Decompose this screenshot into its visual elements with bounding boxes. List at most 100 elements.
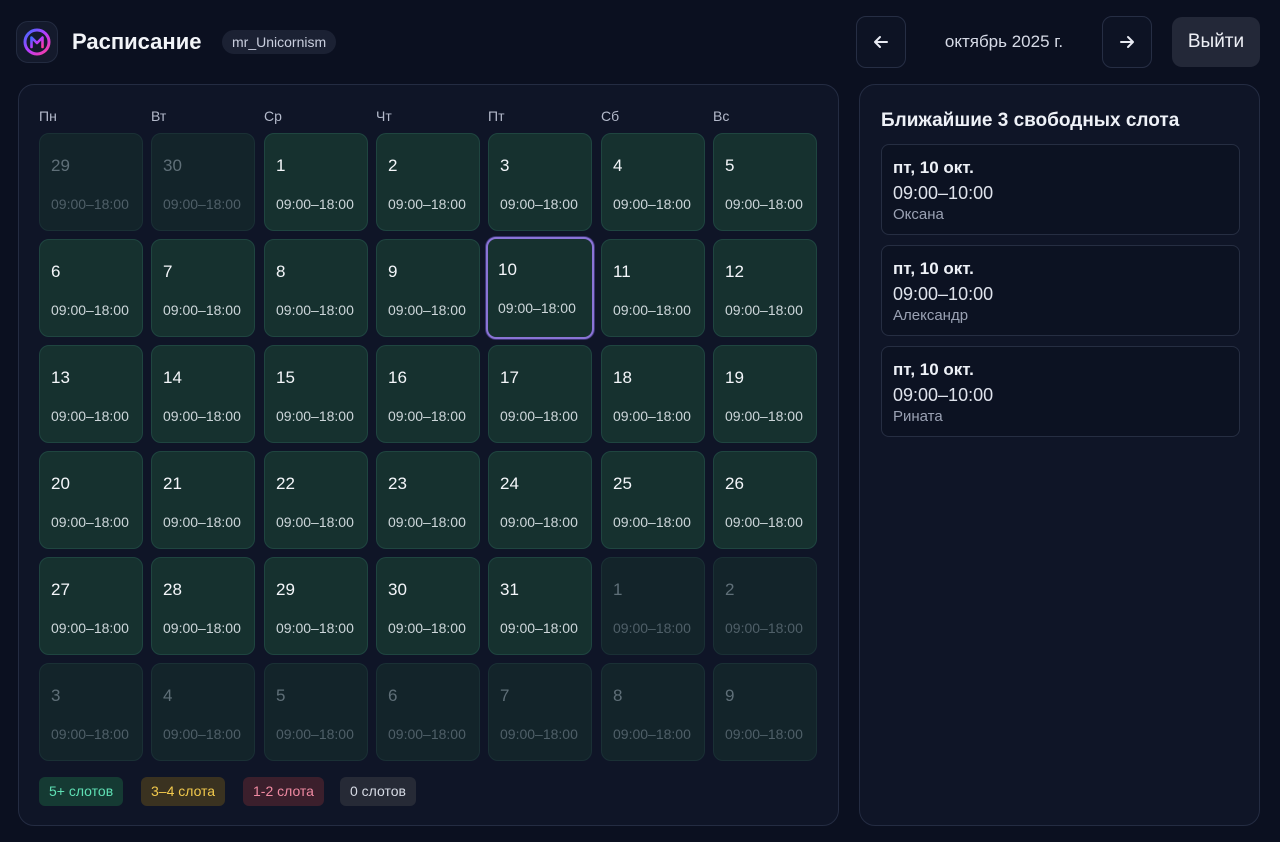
- day-cell[interactable]: 28 09:00–18:00: [151, 557, 255, 655]
- day-cell[interactable]: 16 09:00–18:00: [376, 345, 480, 443]
- day-number: 22: [276, 474, 295, 493]
- calendar-panel: Пн Вт Ср Чт Пт Сб Вс 29 09:00–18:00 30 09:00–18:0…: [18, 84, 839, 826]
- day-cell[interactable]: 9 09:00–18:00: [376, 239, 480, 337]
- day-cell[interactable]: 3 09:00–18:00: [488, 133, 592, 231]
- day-cell-outside[interactable]: 1 09:00–18:00: [601, 557, 705, 655]
- day-hours: 09:00–18:00: [498, 300, 576, 316]
- day-cell[interactable]: 30 09:00–18:00: [376, 557, 480, 655]
- slot-card[interactable]: пт, 10 окт. 09:00–10:00 Оксана: [881, 144, 1240, 235]
- day-cell-outside[interactable]: 5 09:00–18:00: [264, 663, 368, 761]
- day-hours: 09:00–18:00: [163, 620, 241, 636]
- day-hours: 09:00–18:00: [51, 620, 129, 636]
- day-cell[interactable]: 4 09:00–18:00: [601, 133, 705, 231]
- day-cell[interactable]: 20 09:00–18:00: [39, 451, 143, 549]
- day-cell-outside[interactable]: 30 09:00–18:00: [151, 133, 255, 231]
- prev-month-button[interactable]: [856, 16, 906, 68]
- day-number: 19: [725, 368, 744, 387]
- day-hours: 09:00–18:00: [276, 726, 354, 742]
- day-hours: 09:00–18:00: [725, 302, 803, 318]
- day-cell[interactable]: 11 09:00–18:00: [601, 239, 705, 337]
- day-hours: 09:00–18:00: [613, 196, 691, 212]
- day-hours: 09:00–18:00: [613, 726, 691, 742]
- upcoming-slots-panel: Ближайшие 3 свободных слота пт, 10 окт. 0…: [859, 84, 1260, 826]
- slot-date: пт, 10 окт.: [893, 158, 974, 177]
- slot-card[interactable]: пт, 10 окт. 09:00–10:00 Александр: [881, 245, 1240, 336]
- day-cell[interactable]: 2 09:00–18:00: [376, 133, 480, 231]
- day-cell[interactable]: 26 09:00–18:00: [713, 451, 817, 549]
- day-cell[interactable]: 15 09:00–18:00: [264, 345, 368, 443]
- day-hours: 09:00–18:00: [51, 196, 129, 212]
- day-cell[interactable]: 13 09:00–18:00: [39, 345, 143, 443]
- slot-time: 09:00–10:00: [893, 385, 994, 405]
- legend-1-2: 1-2 слота: [243, 777, 324, 806]
- day-cell-outside[interactable]: 2 09:00–18:00: [713, 557, 817, 655]
- day-hours: 09:00–18:00: [276, 196, 354, 212]
- day-hours: 09:00–18:00: [613, 408, 691, 424]
- day-cell[interactable]: 14 09:00–18:00: [151, 345, 255, 443]
- slot-card[interactable]: пт, 10 окт. 09:00–10:00 Рината: [881, 346, 1240, 437]
- day-hours: 09:00–18:00: [163, 726, 241, 742]
- day-cell[interactable]: 31 09:00–18:00: [488, 557, 592, 655]
- day-hours: 09:00–18:00: [51, 408, 129, 424]
- day-number: 18: [613, 368, 632, 387]
- day-cell[interactable]: 18 09:00–18:00: [601, 345, 705, 443]
- logout-button[interactable]: Выйти: [1172, 17, 1260, 67]
- day-number: 28: [163, 580, 182, 599]
- day-cell-selected[interactable]: 10 09:00–18:00: [486, 237, 594, 339]
- legend-0: 0 слотов: [340, 777, 416, 806]
- day-cell[interactable]: 29 09:00–18:00: [264, 557, 368, 655]
- weekday-header: Чт: [376, 108, 392, 124]
- day-cell[interactable]: 24 09:00–18:00: [488, 451, 592, 549]
- next-month-button[interactable]: [1102, 16, 1152, 68]
- weekday-header: Пн: [39, 108, 57, 124]
- app-logo[interactable]: [16, 21, 58, 63]
- weekday-header: Пт: [488, 108, 505, 124]
- day-hours: 09:00–18:00: [51, 726, 129, 742]
- day-cell[interactable]: 27 09:00–18:00: [39, 557, 143, 655]
- day-cell[interactable]: 19 09:00–18:00: [713, 345, 817, 443]
- day-hours: 09:00–18:00: [725, 196, 803, 212]
- day-cell-outside[interactable]: 6 09:00–18:00: [376, 663, 480, 761]
- day-number: 30: [388, 580, 407, 599]
- day-number: 4: [613, 156, 623, 175]
- day-number: 17: [500, 368, 519, 387]
- day-cell[interactable]: 8 09:00–18:00: [264, 239, 368, 337]
- day-number: 6: [388, 686, 398, 705]
- day-cell-outside[interactable]: 4 09:00–18:00: [151, 663, 255, 761]
- day-cell[interactable]: 23 09:00–18:00: [376, 451, 480, 549]
- day-hours: 09:00–18:00: [725, 408, 803, 424]
- day-cell-outside[interactable]: 7 09:00–18:00: [488, 663, 592, 761]
- day-cell[interactable]: 22 09:00–18:00: [264, 451, 368, 549]
- day-cell[interactable]: 1 09:00–18:00: [264, 133, 368, 231]
- day-cell-outside[interactable]: 8 09:00–18:00: [601, 663, 705, 761]
- day-cell[interactable]: 6 09:00–18:00: [39, 239, 143, 337]
- day-cell[interactable]: 17 09:00–18:00: [488, 345, 592, 443]
- day-cell-outside[interactable]: 29 09:00–18:00: [39, 133, 143, 231]
- day-hours: 09:00–18:00: [388, 620, 466, 636]
- day-cell[interactable]: 12 09:00–18:00: [713, 239, 817, 337]
- day-number: 29: [51, 156, 70, 175]
- day-cell[interactable]: 21 09:00–18:00: [151, 451, 255, 549]
- day-number: 30: [163, 156, 182, 175]
- day-number: 3: [500, 156, 510, 175]
- day-hours: 09:00–18:00: [276, 514, 354, 530]
- day-hours: 09:00–18:00: [51, 514, 129, 530]
- upcoming-slots-title: Ближайшие 3 свободных слота: [881, 110, 1180, 131]
- day-number: 5: [725, 156, 735, 175]
- top-bar: Расписание mr_Unicornism октябрь 2025 г.…: [0, 0, 1280, 84]
- day-cell[interactable]: 5 09:00–18:00: [713, 133, 817, 231]
- day-number: 6: [51, 262, 61, 281]
- day-cell[interactable]: 25 09:00–18:00: [601, 451, 705, 549]
- slot-date: пт, 10 окт.: [893, 360, 974, 379]
- day-hours: 09:00–18:00: [500, 726, 578, 742]
- day-number: 21: [163, 474, 182, 493]
- day-number: 4: [163, 686, 173, 705]
- day-cell-outside[interactable]: 9 09:00–18:00: [713, 663, 817, 761]
- day-cell-outside[interactable]: 3 09:00–18:00: [39, 663, 143, 761]
- day-number: 8: [276, 262, 286, 281]
- weekday-header: Сб: [601, 108, 620, 124]
- day-cell[interactable]: 7 09:00–18:00: [151, 239, 255, 337]
- day-number: 1: [276, 156, 286, 175]
- day-number: 2: [388, 156, 398, 175]
- day-hours: 09:00–18:00: [388, 196, 466, 212]
